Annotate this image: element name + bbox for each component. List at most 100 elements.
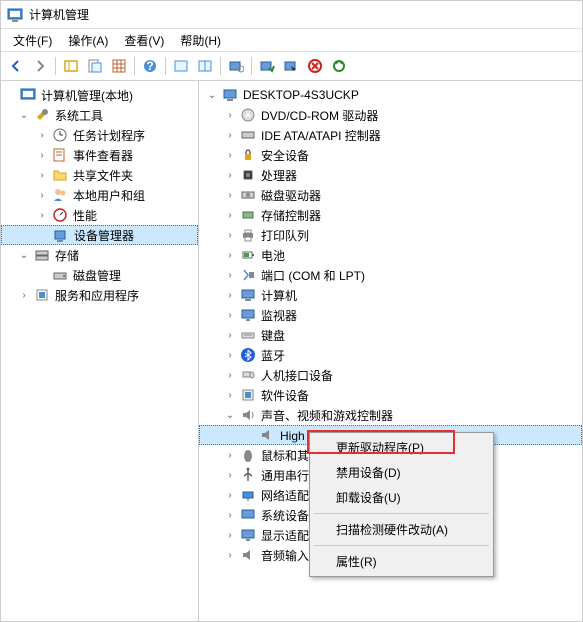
expander-icon[interactable]: › <box>223 548 237 562</box>
tree-task-scheduler[interactable]: ›任务计划程序 <box>1 125 198 145</box>
tree-performance[interactable]: ›性能 <box>1 205 198 225</box>
help-button[interactable]: ? <box>139 55 161 77</box>
expander-icon[interactable]: › <box>223 188 237 202</box>
uninstall-device-button[interactable] <box>304 55 326 77</box>
device-computers[interactable]: ›计算机 <box>199 285 582 305</box>
system-icon <box>240 507 256 523</box>
device-print-queues[interactable]: ›打印队列 <box>199 225 582 245</box>
view-list-button[interactable] <box>170 55 192 77</box>
expander-icon[interactable]: › <box>223 268 237 282</box>
tree-disk-mgmt[interactable]: ›磁盘管理 <box>1 265 198 285</box>
expander-icon[interactable]: › <box>223 488 237 502</box>
context-properties[interactable]: 属性(R) <box>312 549 491 574</box>
forward-button[interactable] <box>29 55 51 77</box>
expander-icon[interactable]: › <box>35 148 49 162</box>
disable-device-button[interactable] <box>280 55 302 77</box>
expander-icon[interactable]: › <box>35 188 49 202</box>
tree-shared-folders[interactable]: ›共享文件夹 <box>1 165 198 185</box>
device-sound[interactable]: ⌄声音、视频和游戏控制器 <box>199 405 582 425</box>
expander-icon[interactable]: › <box>223 168 237 182</box>
scan-hardware-button[interactable] <box>225 55 247 77</box>
tree-system-tools[interactable]: ⌄系统工具 <box>1 105 198 125</box>
device-mgr-icon <box>53 227 69 243</box>
device-bluetooth[interactable]: ›蓝牙 <box>199 345 582 365</box>
expander-icon[interactable]: › <box>223 148 237 162</box>
expander-icon[interactable]: › <box>223 528 237 542</box>
expander-icon[interactable]: › <box>223 128 237 142</box>
tree-services[interactable]: ›服务和应用程序 <box>1 285 198 305</box>
tree-event-viewer[interactable]: › 事件查看器 <box>1 145 198 165</box>
enable-device-button[interactable] <box>256 55 278 77</box>
expander-icon[interactable]: › <box>223 368 237 382</box>
device-label: 音频输入 <box>259 547 311 564</box>
menu-view[interactable]: 查看(V) <box>116 30 172 51</box>
expander-icon[interactable]: › <box>223 448 237 462</box>
menu-help[interactable]: 帮助(H) <box>172 30 229 51</box>
expander-icon[interactable]: ⌄ <box>17 108 31 122</box>
expander-icon[interactable]: › <box>223 348 237 362</box>
context-uninstall-device[interactable]: 卸载设备(U) <box>312 485 491 510</box>
context-menu: 更新驱动程序(P) 禁用设备(D) 卸载设备(U) 扫描检测硬件改动(A) 属性… <box>309 432 494 577</box>
context-separator <box>314 545 489 546</box>
expander-icon[interactable]: ⌄ <box>17 248 31 262</box>
expander-icon[interactable]: › <box>223 328 237 342</box>
device-label: IDE ATA/ATAPI 控制器 <box>259 127 383 144</box>
device-software[interactable]: ›软件设备 <box>199 385 582 405</box>
tree-root[interactable]: 计算机管理(本地) <box>1 85 198 105</box>
expander-icon[interactable]: ⌄ <box>205 88 219 102</box>
expander-icon[interactable]: › <box>223 508 237 522</box>
device-disk-drives[interactable]: ›磁盘驱动器 <box>199 185 582 205</box>
tree-label: 磁盘管理 <box>71 267 123 284</box>
svg-text:?: ? <box>146 59 153 73</box>
expander-icon[interactable]: › <box>223 108 237 122</box>
folder-icon <box>52 167 68 183</box>
titlebar: 计算机管理 <box>1 1 582 29</box>
tree-local-users[interactable]: ›本地用户和组 <box>1 185 198 205</box>
device-security[interactable]: ›安全设备 <box>199 145 582 165</box>
menu-file[interactable]: 文件(F) <box>5 30 60 51</box>
expander-icon[interactable]: › <box>17 288 31 302</box>
tree-device-manager[interactable]: ›设备管理器 <box>1 225 198 245</box>
update-driver-button[interactable] <box>328 55 350 77</box>
show-hide-button[interactable] <box>60 55 82 77</box>
context-label: 扫描检测硬件改动(A) <box>336 523 448 537</box>
expander-icon[interactable]: › <box>223 288 237 302</box>
expander-icon[interactable]: › <box>223 248 237 262</box>
device-keyboards[interactable]: ›键盘 <box>199 325 582 345</box>
device-batteries[interactable]: ›电池 <box>199 245 582 265</box>
device-computer[interactable]: ⌄DESKTOP-4S3UCKP <box>199 85 582 105</box>
context-scan-hardware[interactable]: 扫描检测硬件改动(A) <box>312 517 491 542</box>
device-ide[interactable]: › IDE ATA/ATAPI 控制器 <box>199 125 582 145</box>
expander-icon[interactable] <box>3 88 17 102</box>
device-hid[interactable]: ›人机接口设备 <box>199 365 582 385</box>
tree-label: 存储 <box>53 247 81 264</box>
device-processors[interactable]: ›处理器 <box>199 165 582 185</box>
tree-label: 事件查看器 <box>71 147 135 164</box>
view-details-button[interactable] <box>194 55 216 77</box>
expander-icon[interactable]: ⌄ <box>223 408 237 422</box>
menu-action[interactable]: 操作(A) <box>60 30 116 51</box>
expander-icon[interactable]: › <box>35 168 49 182</box>
device-monitors[interactable]: ›监视器 <box>199 305 582 325</box>
grid-button[interactable] <box>108 55 130 77</box>
back-button[interactable] <box>5 55 27 77</box>
expander-icon[interactable]: › <box>223 208 237 222</box>
context-update-driver[interactable]: 更新驱动程序(P) <box>312 435 491 460</box>
expander-icon[interactable]: › <box>223 228 237 242</box>
tools-icon <box>34 107 50 123</box>
expander-icon[interactable]: › <box>223 308 237 322</box>
audio-in-icon <box>240 547 256 563</box>
users-icon <box>52 187 68 203</box>
context-disable-device[interactable]: 禁用设备(D) <box>312 460 491 485</box>
expander-icon[interactable]: › <box>223 388 237 402</box>
tree-label: 设备管理器 <box>72 227 136 244</box>
expander-icon[interactable]: › <box>35 128 49 142</box>
properties-button[interactable] <box>84 55 106 77</box>
device-ports[interactable]: ›端口 (COM 和 LPT) <box>199 265 582 285</box>
device-dvd[interactable]: ›DVD/CD-ROM 驱动器 <box>199 105 582 125</box>
disk-drive-icon <box>240 187 256 203</box>
tree-storage[interactable]: ⌄ 存储 <box>1 245 198 265</box>
expander-icon[interactable]: › <box>223 468 237 482</box>
device-storage-ctrl[interactable]: ›存储控制器 <box>199 205 582 225</box>
expander-icon[interactable]: › <box>35 208 49 222</box>
